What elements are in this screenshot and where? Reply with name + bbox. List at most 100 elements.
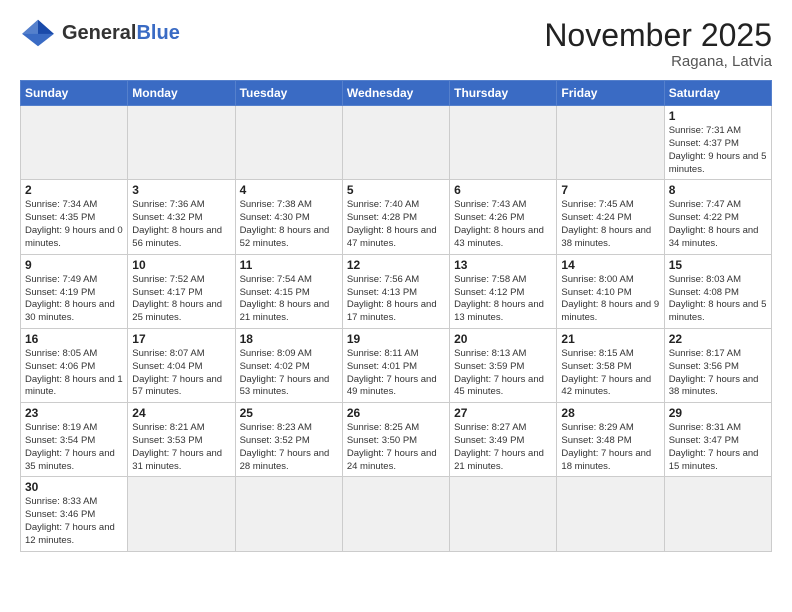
calendar-cell: 9Sunrise: 7:49 AM Sunset: 4:19 PM Daylig…: [21, 254, 128, 328]
calendar-cell: [450, 477, 557, 551]
calendar-cell: [235, 477, 342, 551]
day-info: Sunrise: 7:52 AM Sunset: 4:17 PM Dayligh…: [132, 274, 230, 325]
day-number: 20: [454, 332, 552, 346]
week-row-1: 2Sunrise: 7:34 AM Sunset: 4:35 PM Daylig…: [21, 180, 772, 254]
day-number: 25: [240, 406, 338, 420]
calendar-cell: 2Sunrise: 7:34 AM Sunset: 4:35 PM Daylig…: [21, 180, 128, 254]
calendar-cell: 12 Sunrise: 7:56 AM Sunset: 4:13 PM Dayli…: [342, 254, 449, 328]
calendar-cell: 30Sunrise: 8:33 AM Sunset: 3:46 PM Dayli…: [21, 477, 128, 551]
weekday-header-friday: Friday: [557, 81, 664, 106]
day-info: Sunrise: 8:13 AM Sunset: 3:59 PM Dayligh…: [454, 348, 552, 399]
calendar-cell: 24Sunrise: 8:21 AM Sunset: 3:53 PM Dayli…: [128, 403, 235, 477]
day-number: 23: [25, 406, 123, 420]
day-number: 28: [561, 406, 659, 420]
calendar-cell: [128, 477, 235, 551]
day-number: 10: [132, 258, 230, 272]
week-row-0: 1Sunrise: 7:31 AM Sunset: 4:37 PM Daylig…: [21, 106, 772, 180]
day-number: 30: [25, 480, 123, 494]
day-number: 22: [669, 332, 767, 346]
weekday-header-saturday: Saturday: [664, 81, 771, 106]
calendar-cell: 7Sunrise: 7:45 AM Sunset: 4:24 PM Daylig…: [557, 180, 664, 254]
calendar-cell: 1Sunrise: 7:31 AM Sunset: 4:37 PM Daylig…: [664, 106, 771, 180]
calendar-cell: 23 Sunrise: 8:19 AM Sunset: 3:54 PM Dayli…: [21, 403, 128, 477]
day-info: Sunrise: 7:54 AM Sunset: 4:15 PM Dayligh…: [240, 274, 338, 325]
day-info: Sunrise: 7:36 AM Sunset: 4:32 PM Dayligh…: [132, 199, 230, 250]
day-number: 15: [669, 258, 767, 272]
header: GeneralBlue November 2025 Ragana, Latvia: [20, 18, 772, 70]
calendar-cell: 16Sunrise: 8:05 AM Sunset: 4:06 PM Dayli…: [21, 328, 128, 402]
calendar-cell: 13 Sunrise: 7:58 AM Sunset: 4:12 PM Dayli…: [450, 254, 557, 328]
calendar-cell: 11 Sunrise: 7:54 AM Sunset: 4:15 PM Dayli…: [235, 254, 342, 328]
day-number: 3: [132, 183, 230, 197]
weekday-header-tuesday: Tuesday: [235, 81, 342, 106]
week-row-3: 16Sunrise: 8:05 AM Sunset: 4:06 PM Dayli…: [21, 328, 772, 402]
day-number: 29: [669, 406, 767, 420]
weekday-header-thursday: Thursday: [450, 81, 557, 106]
day-info: Sunrise: 8:11 AM Sunset: 4:01 PM Dayligh…: [347, 348, 445, 399]
day-number: 4: [240, 183, 338, 197]
day-info: Sunrise: 8:29 AM Sunset: 3:48 PM Dayligh…: [561, 422, 659, 473]
calendar-cell: 10 Sunrise: 7:52 AM Sunset: 4:17 PM Dayli…: [128, 254, 235, 328]
day-number: 13: [454, 258, 552, 272]
calendar-cell: 22 Sunrise: 8:17 AM Sunset: 3:56 PM Dayli…: [664, 328, 771, 402]
day-number: 16: [25, 332, 123, 346]
day-info: Sunrise: 8:21 AM Sunset: 3:53 PM Dayligh…: [132, 422, 230, 473]
day-number: 6: [454, 183, 552, 197]
day-info: Sunrise: 8:15 AM Sunset: 3:58 PM Dayligh…: [561, 348, 659, 399]
day-number: 9: [25, 258, 123, 272]
day-info: Sunrise: 8:27 AM Sunset: 3:49 PM Dayligh…: [454, 422, 552, 473]
weekday-header-monday: Monday: [128, 81, 235, 106]
day-info: Sunrise: 8:00 AM Sunset: 4:10 PM Dayligh…: [561, 274, 659, 325]
day-number: 2: [25, 183, 123, 197]
day-info: Sunrise: 8:03 AM Sunset: 4:08 PM Dayligh…: [669, 274, 767, 325]
calendar-cell: [664, 477, 771, 551]
calendar-cell: 28 Sunrise: 8:29 AM Sunset: 3:48 PM Dayli…: [557, 403, 664, 477]
calendar-cell: [450, 106, 557, 180]
day-number: 19: [347, 332, 445, 346]
calendar-cell: 27 Sunrise: 8:27 AM Sunset: 3:49 PM Dayli…: [450, 403, 557, 477]
day-info: Sunrise: 8:09 AM Sunset: 4:02 PM Dayligh…: [240, 348, 338, 399]
calendar-cell: 5 Sunrise: 7:40 AM Sunset: 4:28 PM Daylig…: [342, 180, 449, 254]
calendar-cell: 20 Sunrise: 8:13 AM Sunset: 3:59 PM Dayli…: [450, 328, 557, 402]
day-number: 27: [454, 406, 552, 420]
day-number: 14: [561, 258, 659, 272]
day-info: Sunrise: 7:58 AM Sunset: 4:12 PM Dayligh…: [454, 274, 552, 325]
day-number: 12: [347, 258, 445, 272]
day-number: 18: [240, 332, 338, 346]
calendar-cell: 15 Sunrise: 8:03 AM Sunset: 4:08 PM Dayli…: [664, 254, 771, 328]
calendar-cell: [128, 106, 235, 180]
calendar-cell: 18 Sunrise: 8:09 AM Sunset: 4:02 PM Dayli…: [235, 328, 342, 402]
logo: GeneralBlue: [20, 18, 180, 48]
logo-blue: Blue: [136, 22, 179, 44]
calendar-body: 1Sunrise: 7:31 AM Sunset: 4:37 PM Daylig…: [21, 106, 772, 552]
day-number: 7: [561, 183, 659, 197]
calendar-cell: 17Sunrise: 8:07 AM Sunset: 4:04 PM Dayli…: [128, 328, 235, 402]
day-info: Sunrise: 7:43 AM Sunset: 4:26 PM Dayligh…: [454, 199, 552, 250]
day-info: Sunrise: 7:38 AM Sunset: 4:30 PM Dayligh…: [240, 199, 338, 250]
day-number: 11: [240, 258, 338, 272]
day-info: Sunrise: 8:31 AM Sunset: 3:47 PM Dayligh…: [669, 422, 767, 473]
day-number: 5: [347, 183, 445, 197]
week-row-4: 23 Sunrise: 8:19 AM Sunset: 3:54 PM Dayli…: [21, 403, 772, 477]
week-row-5: 30Sunrise: 8:33 AM Sunset: 3:46 PM Dayli…: [21, 477, 772, 551]
day-number: 21: [561, 332, 659, 346]
day-info: Sunrise: 8:25 AM Sunset: 3:50 PM Dayligh…: [347, 422, 445, 473]
day-info: Sunrise: 7:56 AM Sunset: 4:13 PM Dayligh…: [347, 274, 445, 325]
weekday-header-sunday: Sunday: [21, 81, 128, 106]
location-subtitle: Ragana, Latvia: [544, 53, 772, 70]
day-info: Sunrise: 7:40 AM Sunset: 4:28 PM Dayligh…: [347, 199, 445, 250]
calendar-header: SundayMondayTuesdayWednesdayThursdayFrid…: [21, 81, 772, 106]
day-info: Sunrise: 8:19 AM Sunset: 3:54 PM Dayligh…: [25, 422, 123, 473]
calendar-cell: 6 Sunrise: 7:43 AM Sunset: 4:26 PM Daylig…: [450, 180, 557, 254]
calendar: SundayMondayTuesdayWednesdayThursdayFrid…: [20, 80, 772, 552]
day-info: Sunrise: 8:17 AM Sunset: 3:56 PM Dayligh…: [669, 348, 767, 399]
calendar-cell: 19 Sunrise: 8:11 AM Sunset: 4:01 PM Dayli…: [342, 328, 449, 402]
weekday-row: SundayMondayTuesdayWednesdayThursdayFrid…: [21, 81, 772, 106]
day-info: Sunrise: 8:07 AM Sunset: 4:04 PM Dayligh…: [132, 348, 230, 399]
calendar-cell: [342, 106, 449, 180]
calendar-cell: 3 Sunrise: 7:36 AM Sunset: 4:32 PM Daylig…: [128, 180, 235, 254]
calendar-cell: [557, 106, 664, 180]
calendar-cell: 14 Sunrise: 8:00 AM Sunset: 4:10 PM Dayli…: [557, 254, 664, 328]
calendar-cell: 26Sunrise: 8:25 AM Sunset: 3:50 PM Dayli…: [342, 403, 449, 477]
calendar-cell: 4 Sunrise: 7:38 AM Sunset: 4:30 PM Daylig…: [235, 180, 342, 254]
